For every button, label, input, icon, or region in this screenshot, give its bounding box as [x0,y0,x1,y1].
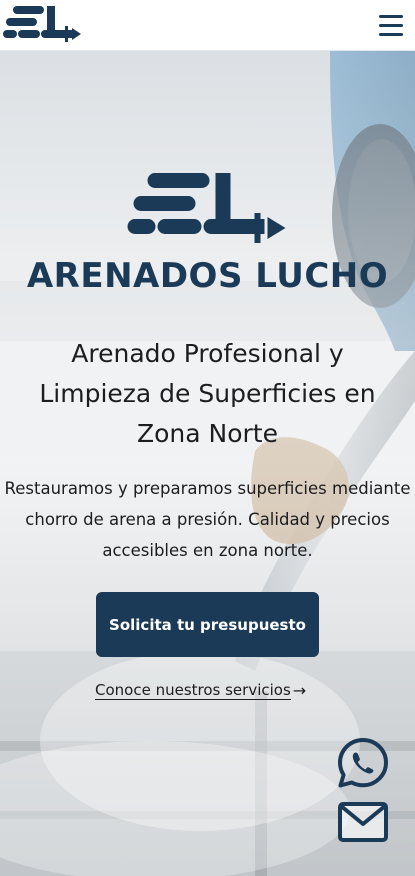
hamburger-line [379,23,403,27]
whatsapp-button[interactable] [337,737,389,789]
services-link-label: Conoce nuestros servicios [95,680,291,700]
hamburger-line [379,14,403,18]
hero-subtext: Restauramos y preparamos superficies med… [4,479,411,560]
arenados-lucho-logo-icon [127,173,286,243]
brand-name: ARENADOS LUCHO [26,256,389,296]
arenados-lucho-logo-icon [3,5,81,42]
top-navbar [0,0,415,51]
arrow-right-icon: → [292,680,307,700]
email-button[interactable] [337,801,389,843]
hamburger-menu-icon[interactable] [375,9,407,41]
whatsapp-icon [338,738,388,788]
logo-link[interactable] [3,3,83,48]
hamburger-line [379,32,403,36]
mail-icon [338,802,388,842]
hero-section: ARENADOS LUCHO Arenado Profesional y Lim… [0,51,415,876]
hero-headline: Arenado Profesional y Limpieza de Superf… [39,339,376,448]
request-quote-button[interactable]: Solicita tu presupuesto [96,592,319,657]
services-link[interactable]: Conoce nuestros servicios → [95,679,306,701]
